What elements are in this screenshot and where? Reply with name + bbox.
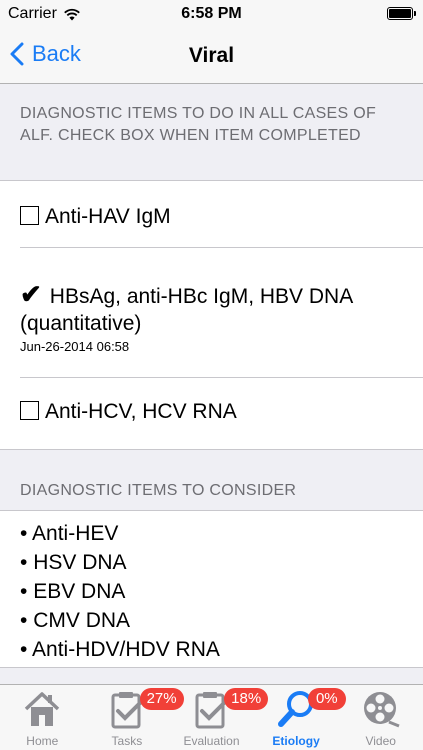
required-item-hbv[interactable]: ✔ HBsAg, anti-HBc IgM, HBV DNA (quantitat… bbox=[0, 279, 423, 355]
tab-tasks[interactable]: 27% Tasks bbox=[85, 685, 184, 750]
tab-bar: Home 27% Tasks 18% Evaluation 0% Etiolog… bbox=[0, 684, 423, 750]
status-time: 6:58 PM bbox=[181, 5, 242, 22]
item-label: Anti-HAV IgM bbox=[45, 205, 171, 228]
consider-items-list: • Anti-HEV • HSV DNA • EBV DNA • CMV DNA… bbox=[0, 510, 423, 668]
list-item: • Anti-HEV bbox=[20, 522, 119, 545]
checkmark-icon[interactable]: ✔ bbox=[20, 279, 42, 309]
list-item: • HSV DNA bbox=[20, 551, 127, 574]
tab-label: Etiology bbox=[272, 734, 320, 748]
film-reel-icon bbox=[363, 692, 400, 728]
tab-etiology[interactable]: 0% Etiology bbox=[254, 685, 346, 750]
required-items-header: DIAGNOSTIC ITEMS TO DO IN ALL CASES OF A… bbox=[20, 105, 377, 144]
consider-items-header: DIAGNOSTIC ITEMS TO CONSIDER bbox=[20, 482, 297, 499]
battery-icon bbox=[387, 7, 416, 20]
tab-label: Home bbox=[26, 734, 59, 748]
bullet-list: • Anti-HEV • HSV DNA • EBV DNA • CMV DNA… bbox=[20, 519, 220, 664]
required-items-list: Anti-HAV IgM ✔ HBsAg, anti-HBc IgM, HBV D… bbox=[0, 180, 423, 450]
tab-label: Video bbox=[365, 734, 396, 748]
row-divider bbox=[20, 377, 423, 378]
checkbox-unchecked-icon[interactable] bbox=[20, 401, 39, 420]
home-icon bbox=[25, 692, 60, 726]
tab-video[interactable]: Video bbox=[338, 685, 423, 750]
list-item: • Anti-HDV/HDV RNA bbox=[20, 638, 220, 661]
item-label: HBsAg, anti-HBc IgM, HBV DNA (quantitati… bbox=[20, 285, 353, 335]
status-bar: Carrier 6:58 PM bbox=[0, 0, 423, 28]
tab-label: Evaluation bbox=[183, 734, 240, 748]
nav-bar: Back Viral bbox=[0, 28, 423, 84]
required-item-hav[interactable]: Anti-HAV IgM bbox=[0, 203, 423, 230]
tab-evaluation[interactable]: 18% Evaluation bbox=[169, 685, 269, 750]
row-divider bbox=[20, 247, 423, 248]
page-title: Viral bbox=[188, 44, 235, 67]
list-item: • EBV DNA bbox=[20, 580, 126, 603]
tab-home[interactable]: Home bbox=[0, 685, 85, 750]
completion-timestamp: Jun-26-2014 06:58 bbox=[20, 339, 130, 354]
required-item-hcv[interactable]: Anti-HCV, HCV RNA bbox=[0, 398, 423, 425]
checkbox-unchecked-icon[interactable] bbox=[20, 206, 39, 225]
tab-label: Tasks bbox=[111, 734, 143, 748]
list-item: • CMV DNA bbox=[20, 609, 131, 632]
item-label: Anti-HCV, HCV RNA bbox=[45, 400, 237, 423]
